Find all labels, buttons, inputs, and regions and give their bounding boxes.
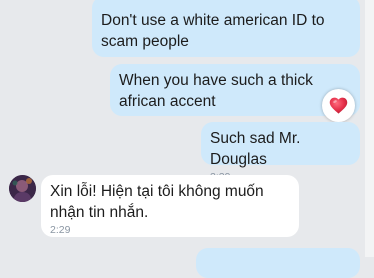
- outgoing-message[interactable]: Don't use a white american ID to scam pe…: [92, 0, 360, 57]
- message-text: Xin lỗi! Hiện tại tôi không muốn nhận ti…: [50, 183, 264, 221]
- outgoing-message[interactable]: Such sad Mr. Douglas 2:29: [201, 122, 360, 183]
- message-text: Such sad Mr. Douglas: [210, 130, 301, 168]
- heart-reaction-badge[interactable]: [322, 89, 355, 122]
- message-text: Don't use a white american ID to scam pe…: [101, 12, 325, 50]
- scrollbar[interactable]: [365, 0, 374, 257]
- contact-avatar[interactable]: [9, 175, 36, 202]
- heart-icon: [329, 97, 348, 114]
- incoming-message[interactable]: Xin lỗi! Hiện tại tôi không muốn nhận ti…: [41, 175, 299, 237]
- message-text: When you have such a thick african accen…: [119, 72, 313, 110]
- outgoing-message-partial[interactable]: [196, 248, 360, 278]
- message-timestamp: 2:29: [50, 224, 71, 236]
- avatar-image: [9, 175, 36, 202]
- chat-message-list[interactable]: Don't use a white american ID to scam pe…: [0, 0, 374, 278]
